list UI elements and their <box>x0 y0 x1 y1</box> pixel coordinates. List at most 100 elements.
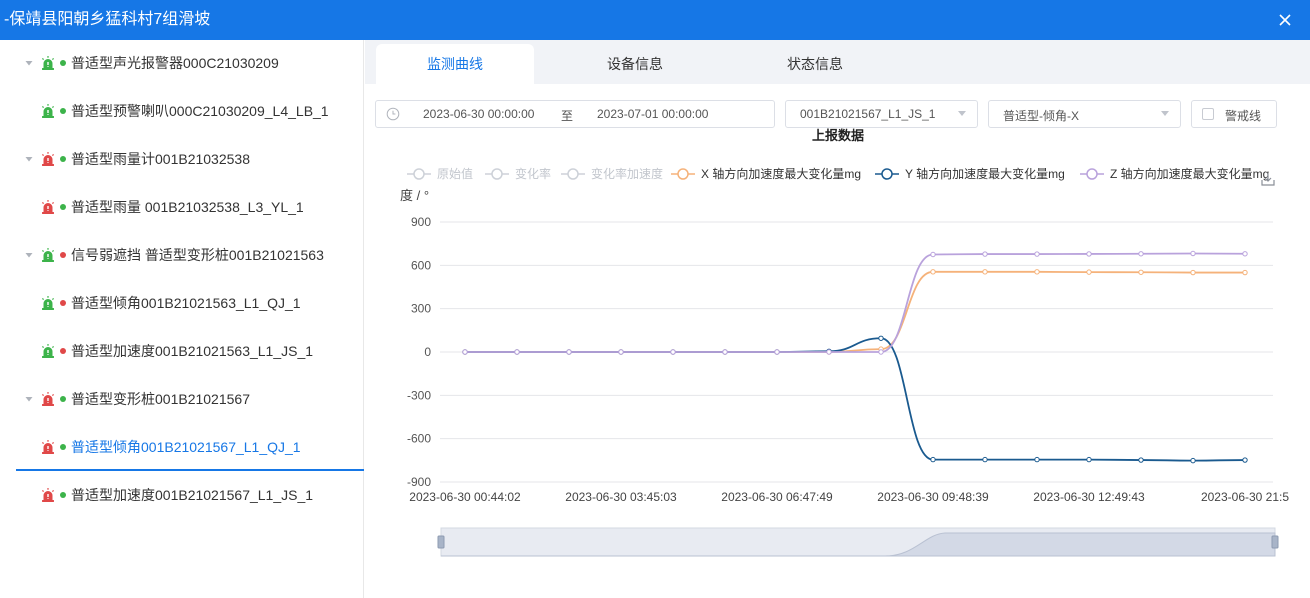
date-range-picker[interactable]: 2023-06-30 00:00:00 至 2023-07-01 00:00:0… <box>375 100 775 128</box>
tree-node[interactable]: 普适型雨量 001B21032538_L3_YL_1 <box>40 192 304 222</box>
data-point[interactable] <box>1190 269 1196 276</box>
tree-node-label: 普适型加速度001B21021563_L1_JS_1 <box>71 343 314 359</box>
status-dot <box>60 492 66 498</box>
tree-node[interactable]: 信号弱遮挡 普适型变形桩001B21021563 <box>22 240 324 270</box>
data-point[interactable] <box>930 456 936 463</box>
tree-node[interactable]: 普适型倾角001B21021567_L1_QJ_1 <box>40 432 301 462</box>
legend-marker[interactable] <box>677 168 689 180</box>
tree-node[interactable]: 普适型倾角001B21021563_L1_QJ_1 <box>40 288 301 318</box>
data-point[interactable] <box>1138 269 1144 275</box>
y-tick-label: 300 <box>411 302 431 316</box>
data-point[interactable] <box>1034 269 1040 275</box>
data-point[interactable] <box>1086 269 1092 275</box>
series-line <box>464 337 1246 462</box>
legend-marker[interactable] <box>491 168 503 180</box>
alarm-light-icon <box>41 440 55 454</box>
data-point[interactable] <box>462 349 468 355</box>
status-dot <box>60 204 66 210</box>
metric-select-value: 普适型-倾角-X <box>1003 109 1079 123</box>
data-point[interactable] <box>670 349 676 355</box>
end-date[interactable]: 2023-07-01 00:00:00 <box>597 107 708 121</box>
data-point[interactable] <box>514 349 520 355</box>
legend-label[interactable]: Y 轴方向加速度最大变化量mg <box>905 166 1065 181</box>
legend-marker[interactable] <box>881 168 893 180</box>
tab-status-info[interactable]: 状态信息 <box>736 44 894 84</box>
series-line <box>464 252 1246 353</box>
caret-down-icon[interactable] <box>22 392 36 406</box>
warning-line-checkbox[interactable] <box>1202 108 1214 120</box>
caret-down-icon[interactable] <box>22 56 36 70</box>
data-point[interactable] <box>1086 251 1092 257</box>
tree-node[interactable]: 普适型加速度001B21021567_L1_JS_1 <box>40 480 313 510</box>
legend-label[interactable]: Z 轴方向加速度最大变化量mg <box>1110 166 1269 181</box>
legend-label[interactable]: 变化率 <box>515 166 551 181</box>
metric-select[interactable]: 普适型-倾角-X <box>988 100 1181 128</box>
data-point[interactable] <box>982 456 988 463</box>
chevron-down-icon <box>958 111 966 116</box>
data-point[interactable] <box>930 269 936 275</box>
data-point[interactable] <box>982 251 988 257</box>
data-point[interactable] <box>722 349 728 355</box>
data-point[interactable] <box>1190 250 1196 257</box>
legend-label[interactable]: X 轴方向加速度最大变化量mg <box>701 166 861 181</box>
alarm-light-icon <box>41 152 55 166</box>
tree-node-label: 普适型预警喇叭000C21030209_L4_LB_1 <box>71 103 329 119</box>
tree-node[interactable]: 普适型雨量计001B21032538 <box>22 144 250 174</box>
tab-bar: 监测曲线 设备信息 状态信息 <box>365 40 1310 84</box>
data-point[interactable] <box>878 349 884 355</box>
data-point[interactable] <box>566 349 572 355</box>
y-tick-label: -300 <box>407 388 431 402</box>
zoom-handle[interactable] <box>1271 535 1279 549</box>
tree-node[interactable]: 普适型声光报警器000C21030209 <box>22 48 279 78</box>
x-tick-label: 2023-06-30 21:5 <box>1201 490 1289 504</box>
data-point[interactable] <box>982 269 988 275</box>
y-tick-label: -600 <box>407 432 431 446</box>
caret-down-icon[interactable] <box>22 152 36 166</box>
tree-node[interactable]: 普适型预警喇叭000C21030209_L4_LB_1 <box>40 96 329 126</box>
data-point[interactable] <box>930 251 936 258</box>
caret-down-icon[interactable] <box>22 248 36 262</box>
legend-label[interactable]: 变化率加速度 <box>591 166 663 181</box>
data-point[interactable] <box>1086 456 1092 463</box>
tree-node-label: 普适型倾角001B21021567_L1_QJ_1 <box>71 439 301 455</box>
data-point[interactable] <box>1242 251 1248 257</box>
data-point[interactable] <box>1034 251 1040 257</box>
data-point[interactable] <box>774 349 780 355</box>
data-point[interactable] <box>1242 269 1248 276</box>
device-select-value: 001B21021567_L1_JS_1 <box>800 107 936 121</box>
legend-label[interactable]: 原始值 <box>437 166 473 181</box>
device-tree: 普适型声光报警器000C21030209 普适型预警喇叭000C21030209_… <box>0 40 364 598</box>
chart-title: 上报数据 <box>812 128 864 143</box>
close-icon[interactable] <box>1274 9 1296 31</box>
tab-monitoring-curve[interactable]: 监测曲线 <box>376 44 534 84</box>
data-point[interactable] <box>618 349 624 355</box>
legend-marker[interactable] <box>1086 168 1098 180</box>
warning-line-toggle[interactable]: 警戒线 <box>1191 100 1277 128</box>
device-select[interactable]: 001B21021567_L1_JS_1 <box>785 100 978 128</box>
tree-node[interactable]: 普适型变形桩001B21021567 <box>22 384 250 414</box>
alarm-light-icon <box>41 392 55 406</box>
legend-marker[interactable] <box>413 168 425 180</box>
start-date[interactable]: 2023-06-30 00:00:00 <box>423 107 534 121</box>
x-tick-label: 2023-06-30 12:49:43 <box>1033 490 1145 504</box>
alarm-light-icon <box>41 56 55 70</box>
legend-marker[interactable] <box>567 168 579 180</box>
data-point[interactable] <box>1034 456 1040 463</box>
chevron-down-icon <box>1161 111 1169 116</box>
tree-node[interactable]: 普适型加速度001B21021563_L1_JS_1 <box>40 336 313 366</box>
data-point[interactable] <box>1190 457 1196 464</box>
alarm-light-icon <box>41 344 55 358</box>
series-line <box>464 270 1245 353</box>
status-dot <box>60 60 66 66</box>
data-point[interactable] <box>1138 251 1144 257</box>
range-separator: 至 <box>561 109 574 123</box>
zoom-handle[interactable] <box>437 535 445 549</box>
data-point[interactable] <box>878 335 884 341</box>
tab-device-info[interactable]: 设备信息 <box>556 44 714 84</box>
data-point[interactable] <box>826 349 832 355</box>
status-dot <box>60 108 66 114</box>
alarm-light-icon <box>41 200 55 214</box>
data-point[interactable] <box>1242 457 1248 463</box>
tree-node-label: 信号弱遮挡 普适型变形桩001B21021563 <box>71 247 324 263</box>
data-point[interactable] <box>1138 457 1144 463</box>
